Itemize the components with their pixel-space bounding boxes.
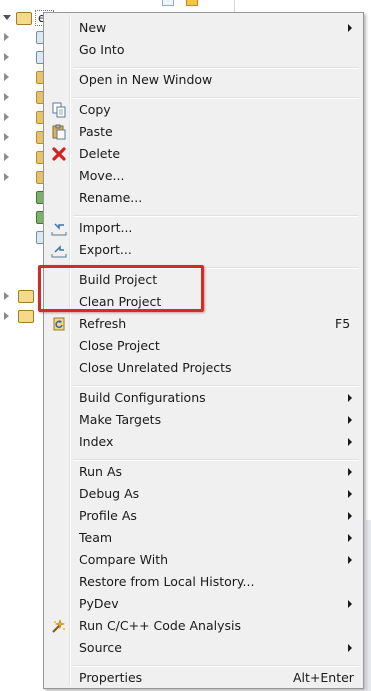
highlight-annotation-box (38, 265, 204, 312)
collapse-arrow-icon[interactable] (4, 292, 9, 300)
collapse-arrow-icon[interactable] (4, 113, 9, 121)
menu-item-label: Index (79, 434, 114, 449)
submenu-arrow-icon (348, 644, 352, 652)
menu-item-label: Paste (79, 124, 113, 139)
export-icon (51, 245, 67, 258)
menu-item-label: Run As (79, 464, 123, 479)
refresh-icon (53, 317, 65, 331)
import-icon (51, 223, 67, 236)
toolbar-glyphs (162, 0, 202, 6)
collapse-arrow-icon[interactable] (4, 312, 9, 320)
menu-item-label: Open in New Window (79, 72, 213, 87)
submenu-arrow-icon (348, 556, 352, 564)
menu-item-restore-from-local-history[interactable]: Restore from Local History... (46, 571, 361, 593)
menu-item-properties[interactable]: Properties Alt+Enter (46, 667, 361, 689)
submenu-arrow-icon (348, 24, 352, 32)
context-menu: New Go Into Open in New Window Copy Past… (43, 12, 364, 689)
menu-item-run-as[interactable]: Run As (46, 461, 361, 483)
menu-item-pydev[interactable]: PyDev (46, 593, 361, 615)
menu-item-label: New (79, 20, 107, 35)
menu-item-label: Team (79, 530, 113, 545)
delete-icon (52, 147, 66, 161)
expand-arrow-icon[interactable] (3, 15, 11, 20)
menu-item-make-targets[interactable]: Make Targets (46, 409, 361, 431)
project-folder-icon (18, 310, 34, 323)
copy-icon (52, 102, 66, 118)
menu-item-label: Move... (79, 168, 125, 183)
code-analysis-icon (52, 619, 65, 633)
collapse-all-icon[interactable] (162, 0, 174, 6)
collapse-arrow-icon[interactable] (4, 73, 9, 81)
menu-item-label: Debug As (79, 486, 140, 501)
submenu-arrow-icon (348, 416, 352, 424)
menu-item-run-code-analysis[interactable]: Run C/C++ Code Analysis (46, 615, 361, 637)
menu-item-label: Close Project (79, 338, 160, 353)
menu-item-label: Export... (79, 242, 132, 257)
menu-item-move[interactable]: Move... (46, 165, 361, 187)
collapse-arrow-icon[interactable] (4, 33, 9, 41)
submenu-arrow-icon (348, 438, 352, 446)
menu-item-label: Profile As (79, 508, 137, 523)
collapse-arrow-icon[interactable] (4, 173, 9, 181)
collapse-arrow-icon[interactable] (4, 53, 9, 61)
menu-item-close-unrelated-projects[interactable]: Close Unrelated Projects (46, 357, 361, 379)
menu-item-import[interactable]: Import... (46, 217, 361, 239)
paste-icon (52, 124, 66, 140)
project-folder-icon (18, 290, 34, 303)
menu-item-label: Rename... (79, 190, 143, 205)
menu-item-profile-as[interactable]: Profile As (46, 505, 361, 527)
submenu-arrow-icon (348, 600, 352, 608)
menu-item-rename[interactable]: Rename... (46, 187, 361, 209)
menu-item-compare-with[interactable]: Compare With (46, 549, 361, 571)
menu-item-delete[interactable]: Delete (46, 143, 361, 165)
submenu-arrow-icon (348, 512, 352, 520)
menu-item-label: Run C/C++ Code Analysis (79, 618, 242, 633)
menu-item-label: Properties (79, 670, 143, 685)
menu-item-label: Source (79, 640, 122, 655)
menu-item-copy[interactable]: Copy (46, 99, 361, 121)
submenu-arrow-icon (348, 490, 352, 498)
menu-item-export[interactable]: Export... (46, 239, 361, 261)
menu-item-open-in-new-window[interactable]: Open in New Window (46, 69, 361, 91)
submenu-arrow-icon (348, 394, 352, 402)
menu-item-label: Delete (79, 146, 121, 161)
menu-item-label: Restore from Local History... (79, 574, 255, 589)
menu-item-label: Make Targets (79, 412, 162, 427)
submenu-arrow-icon (348, 468, 352, 476)
menu-item-label: Refresh (79, 316, 127, 331)
menu-item-label: Go Into (79, 42, 125, 57)
menu-item-debug-as[interactable]: Debug As (46, 483, 361, 505)
menu-item-label: Copy (79, 102, 111, 117)
collapse-arrow-icon[interactable] (4, 133, 9, 141)
menu-item-team[interactable]: Team (46, 527, 361, 549)
collapse-arrow-icon[interactable] (4, 153, 9, 161)
menu-item-label: Import... (79, 220, 133, 235)
menu-item-index[interactable]: Index (46, 431, 361, 453)
menu-item-label: Close Unrelated Projects (79, 360, 232, 375)
editor-edge (366, 520, 371, 691)
collapse-arrow-icon[interactable] (4, 93, 9, 101)
menu-item-go-into[interactable]: Go Into (46, 39, 361, 61)
submenu-arrow-icon (348, 534, 352, 542)
menu-item-label: Build Configurations (79, 390, 206, 405)
menu-item-close-project[interactable]: Close Project (46, 335, 361, 357)
menu-item-accelerator: F5 (335, 316, 351, 331)
menu-item-new[interactable]: New (46, 17, 361, 39)
menu-item-refresh[interactable]: Refresh F5 (46, 313, 361, 335)
menu-item-paste[interactable]: Paste (46, 121, 361, 143)
project-folder-icon (16, 12, 32, 25)
menu-item-label: Compare With (79, 552, 169, 567)
menu-item-label: PyDev (79, 596, 119, 611)
menu-item-accelerator: Alt+Enter (293, 670, 354, 685)
link-editor-icon[interactable] (186, 0, 198, 6)
menu-item-build-configurations[interactable]: Build Configurations (46, 387, 361, 409)
menu-item-source[interactable]: Source (46, 637, 361, 659)
